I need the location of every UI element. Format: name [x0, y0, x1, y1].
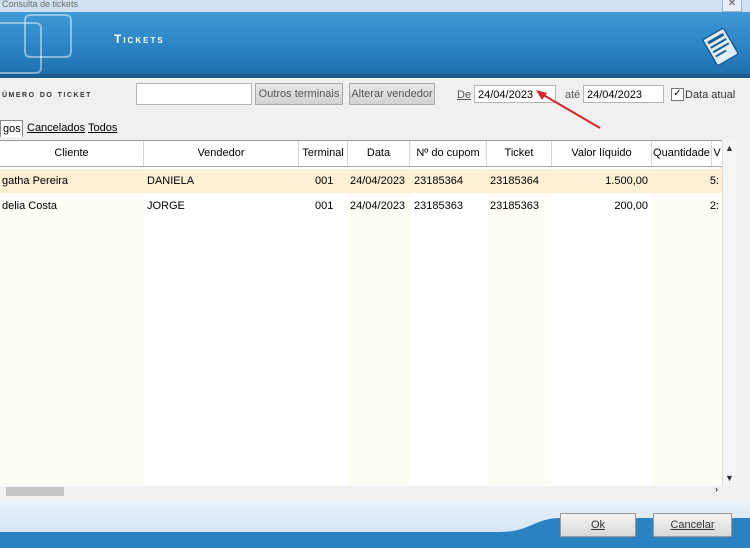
annotation-arrow-icon	[536, 90, 601, 129]
date-from-label: De	[457, 89, 472, 101]
cancel-label: Cancelar	[670, 519, 715, 531]
tab-ativos[interactable]: gos	[0, 120, 23, 137]
cell-ticket: 23185364	[490, 175, 539, 187]
cell-cupom: 23185363	[414, 200, 463, 212]
cell-ticket: 23185363	[490, 200, 539, 212]
tickets-logo-icon	[702, 27, 739, 66]
col-cliente-header[interactable]: Cliente	[0, 141, 144, 166]
table-row[interactable]: gatha Pereira DANIELA 001 24/04/2023 231…	[0, 169, 722, 193]
window-titlebar: Consulta de tickets ✕	[0, 0, 750, 12]
scroll-down-icon[interactable]: ▼	[725, 473, 734, 483]
cell-terminal: 001	[315, 175, 334, 187]
alterar-vendedor-button[interactable]: Alterar vendedor	[349, 83, 435, 105]
ticket-number-input[interactable]	[136, 83, 252, 105]
data-atual-checkbox[interactable]: ✓	[671, 88, 684, 101]
vertical-scrollbar[interactable]: ▲ ▼	[722, 140, 737, 486]
footer-wave	[0, 518, 750, 548]
ok-label: Ok	[590, 519, 606, 531]
col-valor-header[interactable]: Valor líquido	[552, 141, 652, 166]
ok-button[interactable]: Ok	[560, 513, 636, 537]
footer-bar	[0, 500, 750, 548]
cell-valor: 1.500,00	[605, 175, 648, 187]
col-vendedor-header[interactable]: Vendedor	[144, 141, 299, 166]
page-title: Tickets	[114, 32, 165, 46]
cell-vendedor: DANIELA	[147, 175, 195, 187]
col-quantidade-header[interactable]: Quantidade	[652, 141, 712, 166]
cancel-button[interactable]: Cancelar	[653, 513, 732, 537]
cell-cliente: gatha Pereira	[2, 175, 69, 187]
tab-todos-label: Todos	[88, 122, 118, 134]
tab-todos[interactable]: Todos	[86, 120, 119, 136]
window-title: Consulta de tickets	[2, 0, 79, 9]
close-window-button[interactable]: ✕	[722, 0, 742, 12]
table-row[interactable]: delia Costa JORGE 001 24/04/2023 2318536…	[0, 194, 722, 218]
col-data-header[interactable]: Data	[348, 141, 410, 166]
cell-cliente: delia Costa	[2, 200, 58, 212]
cell-data: 24/04/2023	[350, 200, 406, 212]
tickets-table: Cliente Vendedor Terminal Data Nº do cup…	[0, 140, 722, 487]
cell-quantidade: 5:	[709, 175, 719, 187]
table-header: Cliente Vendedor Terminal Data Nº do cup…	[0, 141, 722, 167]
tab-cancelados[interactable]: Cancelados	[25, 120, 87, 136]
col-terminal-header[interactable]: Terminal	[299, 141, 348, 166]
header-banner: Tickets	[0, 12, 750, 74]
tab-cancelados-label: Cancelados	[27, 122, 86, 134]
cell-quantidade: 2:	[709, 200, 719, 212]
cell-terminal: 001	[315, 200, 334, 212]
horizontal-scroll-thumb[interactable]	[6, 487, 64, 496]
cell-cupom: 23185364	[414, 175, 463, 187]
cell-valor: 200,00	[614, 200, 648, 212]
banner-separator	[0, 74, 750, 78]
cell-data: 24/04/2023	[350, 175, 406, 187]
col-ticket-header[interactable]: Ticket	[487, 141, 552, 166]
ticket-number-label: úmero do ticket	[2, 89, 92, 100]
decor-square-icon	[24, 14, 72, 58]
outros-terminais-button[interactable]: Outros terminais	[255, 83, 343, 105]
scroll-right-icon[interactable]: ›	[715, 484, 718, 494]
horizontal-scrollbar[interactable]: ›	[0, 484, 736, 498]
data-atual-label: Data atual	[685, 89, 736, 101]
cell-vendedor: JORGE	[147, 200, 185, 212]
col-v-header[interactable]: V	[712, 141, 722, 166]
col-cupom-header[interactable]: Nº do cupom	[410, 141, 487, 166]
scroll-up-icon[interactable]: ▲	[725, 143, 734, 153]
